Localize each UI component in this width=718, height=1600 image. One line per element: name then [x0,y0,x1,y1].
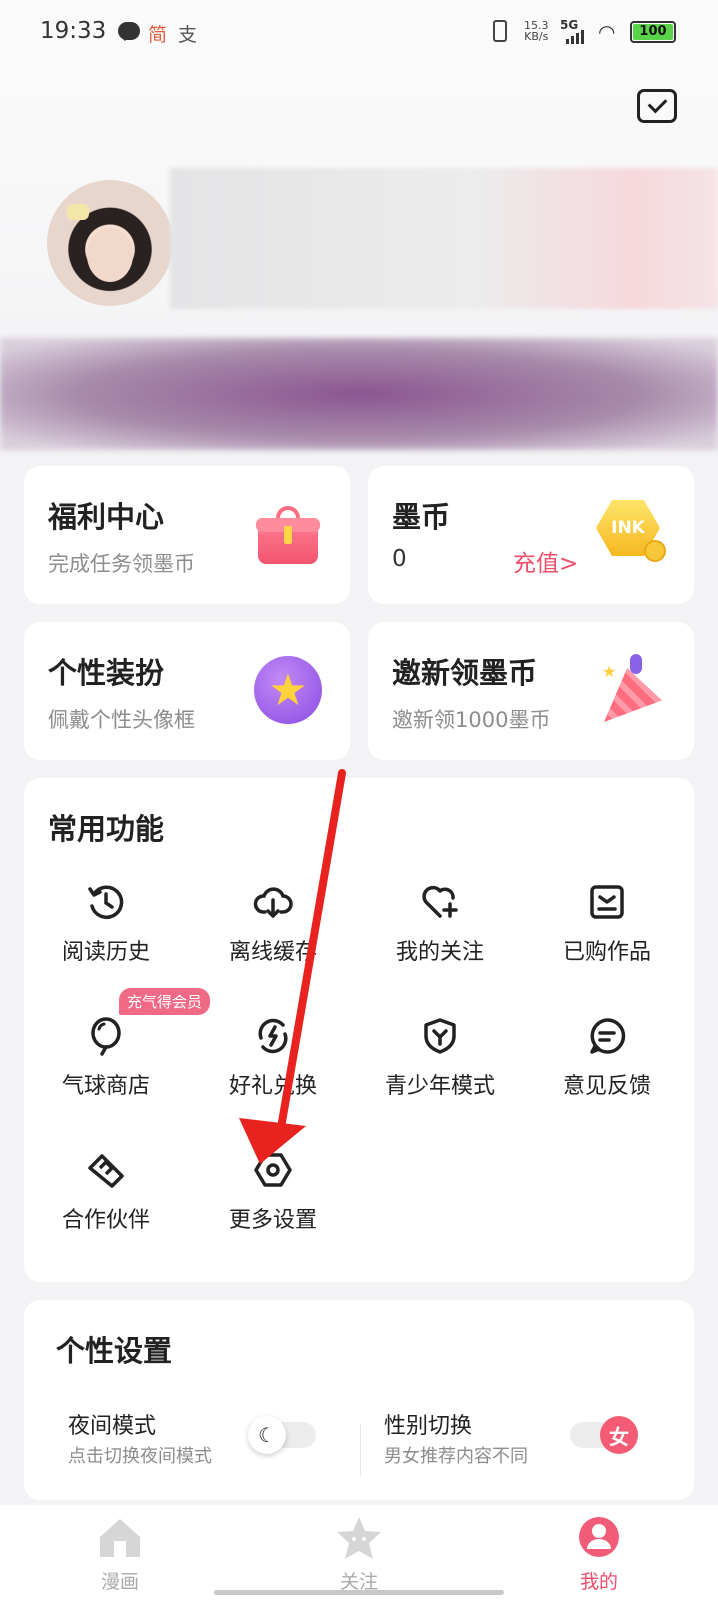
function-label: 更多设置 [228,1208,317,1233]
dressup-subtitle: 佩戴个性头像框 [48,708,195,732]
shield-icon [424,1018,456,1054]
night-mode-subtitle: 点击切换夜间模式 [68,1446,212,1467]
balloon-shop-badge: 充气得会员 [119,988,211,1015]
settings-hexagon-icon [254,1153,292,1187]
balloon-icon [91,1017,121,1056]
recharge-link[interactable]: 充值> [513,544,578,578]
invite-title: 邀新领墨币 [392,656,538,690]
welfare-center-title: 福利中心 [48,500,165,534]
dressup-card[interactable]: 个性装扮 佩戴个性头像框 ★ [24,622,350,760]
star-face-icon [337,1517,381,1559]
gift-icon [256,506,320,564]
vibrate-icon [493,20,507,42]
personal-settings-panel: 个性设置 夜间模式 点击切换夜间模式 ☾ 性别切换 男女推荐内容不同 女 [24,1300,694,1500]
dressup-title: 个性装扮 [48,656,165,690]
moon-icon: ☾ [248,1416,286,1454]
network-speed: 15.3 KB/s [524,20,549,42]
common-functions-panel: 常用功能 阅读历史 离线缓存 我的关注 已购作品 充气得会员 气球商店 好礼兑换… [24,778,694,1282]
heart-plus-icon [422,885,458,918]
profile-icon [579,1517,619,1557]
feedback-icon [590,1018,626,1054]
function-teen-mode[interactable]: 青少年模式 [358,1016,522,1136]
personal-settings-title: 个性设置 [56,1334,173,1368]
tab-comics[interactable]: 漫画 [60,1505,180,1600]
handshake-icon [88,1154,124,1188]
invite-card[interactable]: 邀新领墨币 邀新领1000墨币 ★ [368,622,694,760]
night-mode-toggle[interactable]: ☾ [248,1416,316,1454]
status-indicator-zhi: 支 [178,24,198,46]
gender-switch-toggle[interactable]: 女 [570,1416,638,1454]
avatar[interactable] [47,180,173,306]
battery-level: 100 [633,24,673,40]
tab-mine[interactable]: 我的 [539,1505,659,1600]
ink-coin-title: 墨币 [392,500,451,534]
chat-notification-icon [118,22,140,41]
ink-coin-icon: INK [596,500,666,564]
message-icon[interactable] [637,89,677,123]
status-bar: 19:33 简 支 15.3 KB/s 5G ◠ 100 [0,0,718,66]
settings-divider [360,1424,361,1476]
night-mode-label: 夜间模式 [68,1414,157,1439]
function-purchased[interactable]: 已购作品 [525,882,689,1002]
avatar-sticker [67,204,89,220]
ink-coin-balance: 0 [392,546,407,572]
tab-label: 漫画 [100,1571,139,1593]
gender-knob: 女 [600,1416,638,1454]
party-popper-icon: ★ [596,654,664,722]
profile-info-blurred[interactable] [170,168,718,309]
network-speed-unit: KB/s [524,30,549,43]
common-functions-title: 常用功能 [48,812,165,846]
welfare-center-subtitle: 完成任务领墨币 [48,552,195,576]
history-icon [88,885,124,919]
gender-switch-label: 性别切换 [384,1414,473,1439]
tab-label: 我的 [579,1571,618,1593]
gender-switch-subtitle: 男女推荐内容不同 [384,1446,528,1467]
function-label: 已购作品 [562,940,651,965]
function-partners[interactable]: 合作伙伴 [24,1150,188,1270]
function-label: 好礼兑换 [228,1074,317,1099]
bottom-tab-bar: 漫画 关注 我的 [0,1505,718,1600]
signal-icon [566,30,588,44]
ink-coin-card[interactable]: 墨币 0 充值> INK [368,466,694,604]
function-feedback[interactable]: 意见反馈 [525,1016,689,1136]
function-label: 离线缓存 [228,940,317,965]
home-indicator [214,1590,504,1595]
tab-follow[interactable]: 关注 [299,1505,419,1600]
home-icon [100,1519,140,1557]
function-label: 我的关注 [395,940,484,965]
function-balloon-shop[interactable]: 充气得会员 气球商店 [24,988,211,1136]
function-label: 合作伙伴 [61,1208,150,1233]
function-label: 气球商店 [61,1074,150,1099]
star-icon: ★ [254,656,322,724]
avatar-face [87,228,133,282]
vip-banner-blurred[interactable] [0,338,718,450]
function-label: 意见反馈 [562,1074,651,1099]
function-more-settings[interactable]: 更多设置 [191,1150,355,1270]
function-label: 青少年模式 [384,1074,495,1099]
function-reading-history[interactable]: 阅读历史 [24,882,188,1002]
function-offline-cache[interactable]: 离线缓存 [191,882,355,1002]
function-label: 阅读历史 [61,940,150,965]
status-indicator-jian: 简 [148,24,168,46]
invite-subtitle: 邀新领1000墨币 [392,708,551,732]
battery-icon: 100 [630,21,676,43]
purchased-icon [590,885,624,919]
welfare-center-card[interactable]: 福利中心 完成任务领墨币 [24,466,350,604]
function-my-follows[interactable]: 我的关注 [358,882,522,1002]
cloud-download-icon [253,887,293,918]
wifi-icon: ◠ [598,20,616,44]
status-time: 19:33 [40,18,107,44]
function-gift-exchange[interactable]: 好礼兑换 [191,1016,355,1136]
exchange-icon [258,1018,288,1054]
